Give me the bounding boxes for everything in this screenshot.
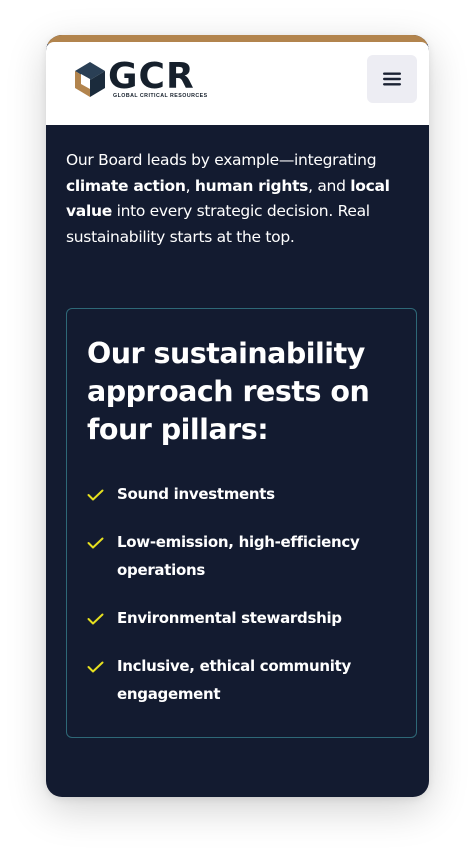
checkmark-icon xyxy=(87,489,104,501)
checkmark-icon xyxy=(87,661,104,673)
phone-frame: GCR GLOBAL CRITICAL RESOURCES Our Board … xyxy=(46,35,429,797)
hamburger-menu-icon xyxy=(383,72,401,86)
intro-emphasis-climate-action: climate action xyxy=(66,176,186,195)
site-header: GCR GLOBAL CRITICAL RESOURCES xyxy=(46,42,429,125)
menu-button[interactable] xyxy=(367,55,417,103)
pillar-item: Inclusive, ethical community engagement xyxy=(87,652,387,708)
pillar-label: Low-emission, high-efficiency operations xyxy=(117,533,360,579)
intro-paragraph: Our Board leads by example—integrating c… xyxy=(66,148,406,250)
logo-letters: GCR xyxy=(108,56,195,97)
pillar-label: Sound investments xyxy=(117,485,275,503)
checkmark-icon xyxy=(87,537,104,549)
pillars-heading: Our sustainability approach rests on fou… xyxy=(87,337,370,446)
intro-text: into every strategic decision. Real sust… xyxy=(66,202,370,246)
gcr-logo[interactable]: GCR GLOBAL CRITICAL RESOURCES xyxy=(74,56,219,108)
intro-text: Our Board leads by example—integrating xyxy=(66,151,377,169)
checkmark-icon xyxy=(87,613,104,625)
intro-text: , and xyxy=(308,176,351,195)
intro-emphasis-human-rights: human rights xyxy=(194,176,309,195)
gcr-logo-mark-icon xyxy=(75,62,105,97)
intro-text: , xyxy=(185,176,195,195)
logo-tagline: GLOBAL CRITICAL RESOURCES xyxy=(113,93,208,99)
pillar-item: Low-emission, high-efficiency operations xyxy=(87,528,387,584)
pillar-item: Sound investments xyxy=(87,480,387,508)
pillars-card: Our sustainability approach rests on fou… xyxy=(66,308,417,738)
pillar-label: Environmental stewardship xyxy=(117,609,342,627)
pillar-label: Inclusive, ethical community engagement xyxy=(117,657,351,703)
pillar-item: Environmental stewardship xyxy=(87,604,387,632)
